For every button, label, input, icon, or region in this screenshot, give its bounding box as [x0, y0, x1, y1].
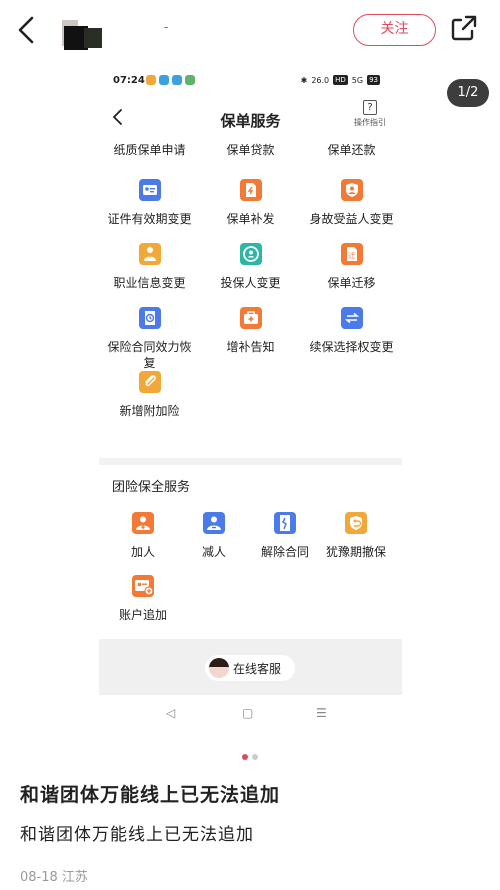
- status-app-icons: [146, 75, 195, 85]
- share-icon[interactable]: [450, 14, 478, 42]
- pager-dot: [252, 754, 258, 760]
- service-item-label: 保单还款: [327, 143, 376, 157]
- agent-avatar: [209, 658, 229, 678]
- service-item[interactable]: 迁保单迁移: [301, 243, 402, 291]
- undo-icon: [345, 512, 367, 534]
- status-bar: 07:24 ✱ 26.0 HD 5G 93: [99, 70, 402, 92]
- service-item[interactable]: 保单还款: [301, 142, 402, 158]
- swap-icon: [340, 307, 363, 329]
- signal-label: 5G: [351, 75, 364, 85]
- post-title: 和谐团体万能线上已无法追加: [20, 784, 281, 806]
- service-item-label: 保单贷款: [226, 143, 275, 157]
- network-speed: 26.0: [311, 75, 330, 85]
- help-label: 操作指引: [354, 118, 386, 127]
- account-add-icon: [132, 575, 154, 597]
- service-item-label: 增补告知: [226, 340, 275, 354]
- service-item[interactable]: 保单补发: [200, 179, 301, 227]
- service-item[interactable]: 纸质保单申请: [99, 142, 200, 158]
- group-service-label: 账户追加: [118, 608, 167, 622]
- hd-badge: HD: [333, 75, 348, 85]
- bluetooth-icon: ✱: [300, 75, 308, 85]
- status-indicators: ✱ 26.0 HD 5G 93: [301, 75, 380, 85]
- medical-kit-icon: [239, 307, 262, 329]
- post-body: 和谐团体万能线上已无法追加: [20, 825, 254, 845]
- group-service-label: 犹豫期撤保: [325, 545, 386, 559]
- service-item[interactable]: 职业信息变更: [99, 243, 200, 291]
- group-service-item[interactable]: 账户追加: [99, 575, 189, 623]
- service-header: 保单服务 ? 操作指引: [99, 100, 402, 136]
- nav-menu-icon[interactable]: ☰: [316, 706, 327, 720]
- occupation-icon: [138, 243, 161, 265]
- refresh-person-icon: [239, 243, 262, 265]
- service-item-label: 保险合同效力恢复: [107, 340, 192, 370]
- add-person-icon: [132, 512, 154, 534]
- help-icon: ?: [363, 100, 377, 115]
- group-section-title: 团险保全服务: [112, 480, 191, 495]
- service-item[interactable]: 保单贷款: [200, 142, 301, 158]
- system-nav-bar: ◁ ▢ ☰: [99, 699, 402, 729]
- cancel-contract-icon: [274, 512, 296, 534]
- document-reissue-icon: [239, 179, 262, 201]
- post-meta: 08-18 江苏: [20, 870, 88, 885]
- service-item[interactable]: 投保人变更: [200, 243, 301, 291]
- section-divider: [99, 458, 402, 465]
- paperclip-icon: [138, 371, 161, 393]
- status-time: 07:24: [113, 75, 145, 86]
- service-item-label: 职业信息变更: [113, 276, 186, 290]
- top-bar: - 关注: [0, 0, 500, 64]
- remove-person-icon: [203, 512, 225, 534]
- service-item[interactable]: 续保选择权变更: [301, 307, 402, 355]
- id-card-icon: [138, 179, 161, 201]
- author-avatar[interactable]: [62, 6, 106, 50]
- service-item[interactable]: 证件有效期变更: [99, 179, 200, 227]
- service-item[interactable]: 保险合同效力恢复: [99, 307, 200, 371]
- back-arrow-icon[interactable]: [12, 14, 42, 46]
- pager-dot-active: [242, 754, 248, 760]
- restore-icon: [138, 307, 161, 329]
- image-counter: 1/2: [447, 79, 489, 107]
- service-item-label: 纸质保单申请: [113, 143, 186, 157]
- group-service-item[interactable]: 犹豫期撤保: [310, 512, 402, 560]
- service-item-label: 保单补发: [226, 212, 275, 226]
- svg-text:迁: 迁: [348, 251, 355, 260]
- service-item-label: 身故受益人变更: [309, 212, 394, 226]
- beneficiary-icon: [340, 179, 363, 201]
- follow-button[interactable]: 关注: [353, 14, 436, 46]
- help-guide-button[interactable]: ? 操作指引: [353, 100, 387, 128]
- service-item-label: 证件有效期变更: [107, 212, 192, 226]
- service-item-label: 保单迁移: [327, 276, 376, 290]
- nav-home-icon[interactable]: ▢: [242, 706, 253, 720]
- nav-back-icon[interactable]: ◁: [166, 706, 175, 720]
- author-name[interactable]: -: [164, 20, 168, 34]
- service-item[interactable]: 身故受益人变更: [301, 179, 402, 227]
- service-item-label: 投保人变更: [220, 276, 281, 290]
- online-service-label: 在线客服: [233, 662, 282, 676]
- online-service-button[interactable]: 在线客服: [205, 655, 295, 681]
- image-pager: [242, 754, 258, 760]
- service-item[interactable]: 新增附加险: [99, 371, 200, 419]
- customer-service-bar: 在线客服: [99, 639, 402, 695]
- post-image[interactable]: 07:24 ✱ 26.0 HD 5G 93 保单服务 ? 操作指引 纸质保单申请…: [99, 66, 402, 736]
- service-item-label: 续保选择权变更: [309, 340, 394, 354]
- battery-level: 93: [367, 75, 380, 85]
- service-item-label: 新增附加险: [119, 404, 180, 418]
- migrate-icon: 迁: [340, 243, 363, 265]
- service-item[interactable]: 增补告知: [200, 307, 301, 355]
